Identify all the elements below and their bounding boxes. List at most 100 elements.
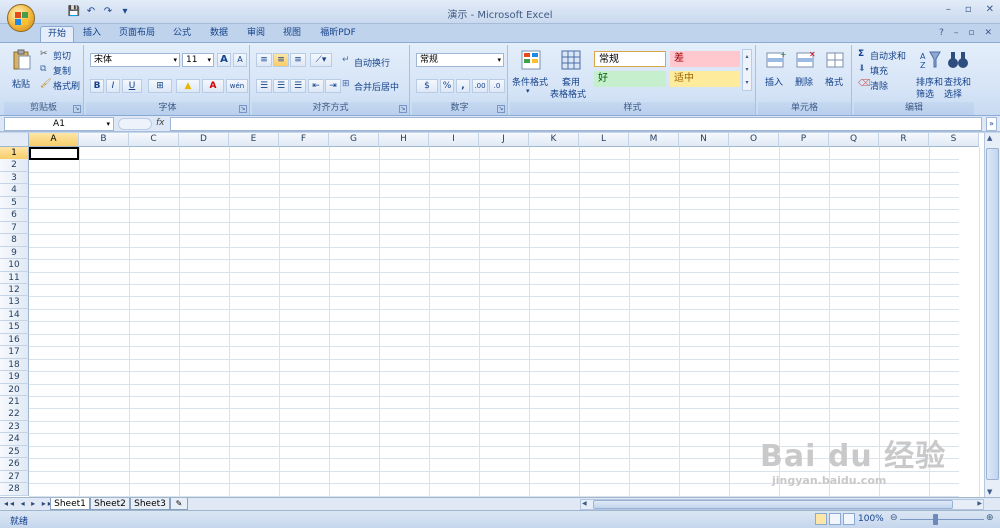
insert-function-icon[interactable]: fx (156, 118, 165, 128)
column-header[interactable]: S (929, 133, 979, 147)
italic-button[interactable]: I (106, 79, 120, 93)
maximize-button[interactable]: ▫ (965, 4, 972, 15)
align-middle-button[interactable]: ≡ (273, 53, 289, 67)
decrease-decimal-button[interactable]: .0 (489, 79, 505, 93)
row-header[interactable]: 18 (0, 358, 29, 372)
zoom-slider[interactable] (900, 519, 984, 520)
column-header[interactable]: K (529, 133, 579, 147)
column-header[interactable]: O (729, 133, 779, 147)
sheet-tab-sheet1[interactable]: Sheet1 (50, 498, 90, 510)
format-painter-button[interactable]: 🖌 格式刷 (40, 79, 84, 92)
column-header[interactable]: G (329, 133, 379, 147)
number-launcher-icon[interactable]: ↘ (497, 105, 505, 113)
row-header[interactable]: 23 (0, 420, 29, 434)
column-header[interactable]: P (779, 133, 829, 147)
doc-restore-button[interactable]: ▫ (968, 28, 974, 38)
sheet-nav-buttons[interactable]: ◂◂ ◂ ▸ ▸▸ (4, 498, 54, 510)
column-header[interactable]: E (229, 133, 279, 147)
alignment-launcher-icon[interactable]: ↘ (399, 105, 407, 113)
row-header[interactable]: 27 (0, 470, 29, 484)
row-header[interactable]: 2 (0, 159, 29, 172)
row-header[interactable]: 4 (0, 184, 29, 197)
vertical-scroll-thumb[interactable] (986, 148, 999, 480)
grow-font-button[interactable]: A (217, 53, 231, 67)
row-header[interactable]: 3 (0, 171, 29, 185)
row-header[interactable]: 11 (0, 271, 29, 284)
scroll-down-icon[interactable]: ▾ (743, 63, 751, 76)
comma-button[interactable]: , (456, 79, 470, 93)
increase-indent-button[interactable]: ⇥ (325, 79, 341, 93)
active-cell[interactable] (29, 147, 79, 160)
doc-close-button[interactable]: ✕ (984, 28, 992, 38)
column-header[interactable]: M (629, 133, 679, 147)
minimize-button[interactable]: – (946, 4, 951, 15)
row-header[interactable]: 26 (0, 458, 29, 471)
chevron-down-icon[interactable]: ▾ (106, 118, 110, 130)
row-header[interactable]: 5 (0, 196, 29, 210)
sort-filter-button[interactable]: AZ 排序和 筛选 (916, 47, 944, 100)
normal-view-button[interactable] (815, 513, 827, 525)
cut-button[interactable]: ✂ 剪切 (40, 49, 80, 62)
close-button[interactable]: ✕ (986, 4, 994, 15)
doc-minimize-button[interactable]: – (954, 28, 959, 38)
tab-foxit-pdf[interactable]: 福昕PDF (314, 26, 362, 42)
row-header[interactable]: 7 (0, 221, 29, 235)
font-color-button[interactable]: A (202, 79, 224, 93)
cell-styles-scroll[interactable]: ▴ ▾ ▾ (742, 49, 752, 91)
align-center-button[interactable]: ☰ (273, 79, 289, 93)
scroll-left-icon[interactable]: ◀ (582, 500, 587, 507)
office-button[interactable] (7, 4, 35, 32)
row-header[interactable]: 10 (0, 259, 29, 272)
column-header[interactable]: Q (829, 133, 879, 147)
tab-view[interactable]: 视图 (278, 26, 306, 42)
font-size-select[interactable]: 11 ▾ (182, 53, 214, 67)
orientation-button[interactable]: ⟋▾ (310, 53, 332, 67)
formula-input[interactable] (170, 117, 982, 131)
shrink-font-button[interactable]: A (233, 53, 247, 67)
column-header[interactable]: H (379, 133, 429, 147)
tab-insert[interactable]: 插入 (78, 26, 106, 42)
delete-cells-button[interactable]: ✕ 删除 (792, 47, 820, 99)
merge-center-button[interactable]: ⊞ 合并后居中 (342, 79, 408, 93)
copy-button[interactable]: ⧉ 复制 (40, 64, 80, 77)
zoom-in-icon[interactable]: ⊕ (986, 513, 994, 523)
row-header[interactable]: 19 (0, 371, 29, 384)
scroll-up-icon[interactable]: ▲ (987, 134, 992, 142)
page-layout-view-button[interactable] (829, 513, 841, 525)
wrap-text-button[interactable]: ↵ 自动换行 (342, 55, 406, 69)
column-header[interactable]: D (179, 133, 229, 147)
column-header[interactable]: J (479, 133, 529, 147)
tab-home[interactable]: 开始 (40, 26, 74, 42)
row-header[interactable]: 13 (0, 296, 29, 309)
row-header[interactable]: 1 (0, 147, 29, 160)
tab-formulas[interactable]: 公式 (168, 26, 196, 42)
align-right-button[interactable]: ☰ (290, 79, 306, 93)
row-header[interactable]: 16 (0, 333, 29, 347)
tab-review[interactable]: 审阅 (242, 26, 270, 42)
sheet-tab-sheet2[interactable]: Sheet2 (90, 498, 130, 510)
column-header[interactable]: N (679, 133, 729, 147)
fill-color-button[interactable]: ▲ (176, 79, 200, 93)
scroll-up-icon[interactable]: ▴ (743, 50, 751, 63)
row-header[interactable]: 25 (0, 445, 29, 459)
name-box[interactable]: A1 ▾ (4, 117, 114, 131)
clear-button[interactable]: ⌫ 清除 (858, 79, 908, 92)
bold-button[interactable]: B (90, 79, 104, 93)
row-header[interactable]: 8 (0, 234, 29, 247)
find-select-button[interactable]: 查找和 选择 (944, 47, 972, 100)
align-left-button[interactable]: ☰ (256, 79, 272, 93)
align-bottom-button[interactable]: ≡ (290, 53, 306, 67)
zoom-out-icon[interactable]: ⊖ (890, 513, 898, 523)
page-break-view-button[interactable] (843, 513, 855, 525)
fill-button[interactable]: ⬇ 填充 (858, 64, 908, 77)
row-header[interactable]: 6 (0, 209, 29, 222)
increase-decimal-button[interactable]: .00 (472, 79, 488, 93)
align-top-button[interactable]: ≡ (256, 53, 272, 67)
tab-page-layout[interactable]: 页面布局 (114, 26, 160, 42)
zoom-slider-knob[interactable] (933, 514, 938, 525)
select-all-corner[interactable] (0, 133, 29, 147)
underline-button[interactable]: U (122, 79, 142, 93)
column-header[interactable]: C (129, 133, 179, 147)
row-header[interactable]: 24 (0, 433, 29, 446)
font-launcher-icon[interactable]: ↘ (239, 105, 247, 113)
